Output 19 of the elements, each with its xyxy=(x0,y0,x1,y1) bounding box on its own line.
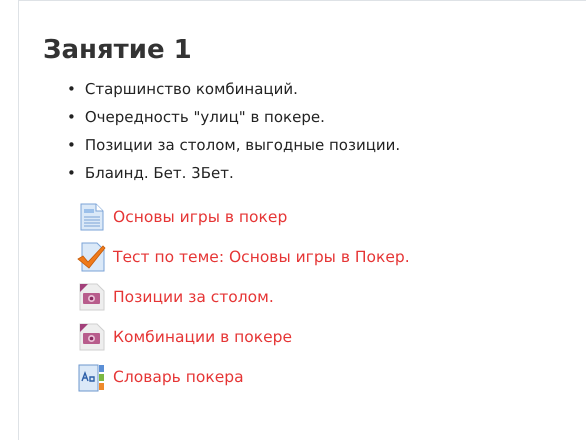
section-title: Занятие 1 xyxy=(43,34,193,67)
camera-file-icon xyxy=(79,283,105,311)
dictionary-icon xyxy=(78,362,106,392)
activity-link[interactable]: Тест по теме: Основы игры в Покер. xyxy=(113,248,410,266)
summary-item: Позиции за столом, выгодные позиции. xyxy=(84,135,400,156)
bullet: • xyxy=(67,135,76,156)
activity-link[interactable]: Основы игры в покер xyxy=(113,208,288,226)
summary-item: Старшинство комбинаций. xyxy=(84,79,298,100)
checkmark-page-icon xyxy=(77,242,107,272)
bullet: • xyxy=(67,107,76,128)
camera-file-icon xyxy=(79,323,105,351)
activity-link[interactable]: Комбинации в покере xyxy=(113,328,292,346)
summary-item: Очередность "улиц" в покере. xyxy=(84,107,325,128)
page-icon xyxy=(80,203,104,231)
bullet: • xyxy=(67,79,76,100)
activity-link[interactable]: Словарь покера xyxy=(113,368,244,386)
activity-link[interactable]: Позиции за столом. xyxy=(113,288,274,306)
bullet: • xyxy=(67,163,76,184)
summary-item: Блаинд. Бет. 3Бет. xyxy=(84,163,234,184)
